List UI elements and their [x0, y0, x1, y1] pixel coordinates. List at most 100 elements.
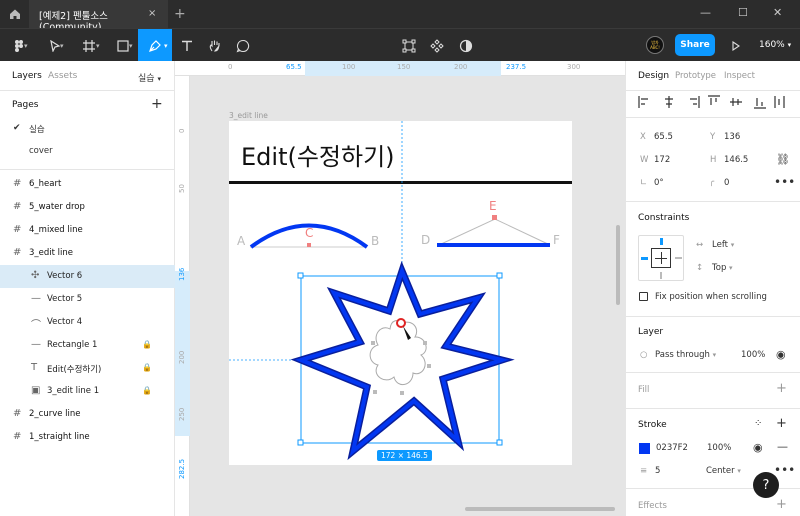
- resize-handle-tl[interactable]: [297, 272, 304, 279]
- constraint-left-active[interactable]: [641, 257, 648, 260]
- new-tab-button[interactable]: +: [174, 6, 186, 22]
- tab-inspect[interactable]: Inspect: [724, 71, 755, 81]
- triangle-apex-point[interactable]: [492, 215, 497, 220]
- layer-item[interactable]: ▣ 3_edit line 1 🔒: [0, 380, 175, 403]
- star-vector[interactable]: [295, 265, 510, 457]
- align-right-icon[interactable]: [690, 96, 700, 108]
- anchor-point[interactable]: [371, 341, 375, 345]
- align-left-icon[interactable]: [638, 96, 648, 108]
- align-center-h-icon[interactable]: [665, 96, 673, 108]
- anchor-point[interactable]: [423, 341, 427, 345]
- title-underline[interactable]: [229, 181, 572, 184]
- rotation-input[interactable]: 0°: [654, 178, 664, 188]
- stroke-color-input[interactable]: 0237F2: [656, 443, 688, 453]
- stroke-color-swatch[interactable]: [639, 443, 650, 454]
- resize-handle-bl[interactable]: [297, 439, 304, 446]
- anchor-point[interactable]: [427, 364, 431, 368]
- align-top-icon[interactable]: [708, 95, 720, 105]
- home-icon[interactable]: [8, 7, 22, 21]
- align-bottom-icon[interactable]: [754, 98, 766, 109]
- tab-assets[interactable]: Assets: [48, 71, 77, 81]
- layer-item[interactable]: #5_water drop: [0, 196, 175, 219]
- constraint-widget[interactable]: [638, 235, 684, 281]
- active-anchor-point[interactable]: [396, 318, 406, 328]
- tab-design[interactable]: Design: [638, 71, 669, 81]
- constrain-proportions-icon[interactable]: ⛓: [776, 153, 790, 166]
- lock-icon[interactable]: 🔒: [142, 386, 152, 395]
- zoom-dropdown[interactable]: 160% ▾: [759, 40, 791, 50]
- blend-mode-dropdown[interactable]: Pass through ▾: [655, 350, 716, 360]
- frame-tool[interactable]: [72, 29, 106, 62]
- resize-handle-br[interactable]: [496, 439, 503, 446]
- layer-item[interactable]: #6_heart: [0, 173, 175, 196]
- layer-item[interactable]: #3_edit line: [0, 242, 175, 265]
- vertical-scrollbar[interactable]: [616, 225, 620, 305]
- layer-item[interactable]: — Rectangle 1 🔒: [0, 334, 175, 357]
- avatar[interactable]: 밤차 ABC!: [646, 36, 664, 54]
- title-bar: [예제2] 펜툴소스 (Community) × + — ☐ ✕: [0, 0, 800, 33]
- stroke-align-dropdown[interactable]: Center ▾: [706, 466, 741, 476]
- main-menu-button[interactable]: [2, 29, 36, 62]
- lock-icon[interactable]: 🔒: [142, 340, 152, 349]
- remove-stroke-icon[interactable]: —: [777, 440, 788, 453]
- tab-close-button[interactable]: ×: [148, 8, 156, 19]
- layer-item[interactable]: #2_curve line: [0, 403, 175, 426]
- help-button[interactable]: ?: [753, 472, 779, 498]
- width-input[interactable]: 172: [654, 155, 670, 165]
- stroke-styles-icon[interactable]: ⁘: [754, 418, 762, 429]
- page-switcher[interactable]: 실습 ▾: [138, 71, 161, 84]
- share-button[interactable]: Share: [675, 34, 715, 56]
- move-tool[interactable]: [38, 29, 72, 62]
- anchor-point[interactable]: [400, 391, 404, 395]
- mask-button[interactable]: [449, 29, 483, 62]
- constraint-top-active[interactable]: [660, 238, 663, 245]
- align-center-v-icon[interactable]: [730, 98, 742, 106]
- fix-position-checkbox[interactable]: [639, 292, 648, 301]
- lock-icon[interactable]: 🔒: [142, 363, 152, 372]
- add-page-button[interactable]: +: [151, 96, 163, 112]
- canvas[interactable]: 0 65.5 100 150 200 237.5 300 0 50 136 200 250 282.5…: [175, 61, 625, 516]
- layer-item[interactable]: #1_straight line: [0, 426, 175, 449]
- layer-item[interactable]: ✣ Vector 6: [0, 265, 175, 288]
- layer-item[interactable]: — Vector 5: [0, 288, 175, 311]
- stroke-more-icon[interactable]: •••: [774, 463, 795, 477]
- page-item-current[interactable]: 실습: [29, 123, 45, 135]
- present-button[interactable]: [719, 29, 753, 62]
- layer-item[interactable]: ⌒ Vector 4: [0, 311, 175, 334]
- pen-tool[interactable]: ▾: [138, 29, 172, 62]
- tab-prototype[interactable]: Prototype: [675, 71, 716, 81]
- maximize-button[interactable]: ☐: [738, 6, 748, 19]
- tab-layers[interactable]: Layers: [12, 71, 42, 81]
- frame-layer-icon: #: [13, 178, 22, 189]
- more-options-icon[interactable]: •••: [774, 175, 795, 189]
- horizontal-scrollbar[interactable]: [465, 507, 615, 511]
- layer-item[interactable]: T Edit(수정하기) 🔒: [0, 357, 175, 380]
- add-effect-button[interactable]: +: [776, 497, 787, 512]
- resize-handle-tr[interactable]: [496, 272, 503, 279]
- add-fill-button[interactable]: +: [776, 381, 787, 396]
- add-stroke-button[interactable]: +: [776, 416, 787, 431]
- stroke-weight-input[interactable]: 5: [655, 466, 660, 476]
- vertical-constraint-dropdown[interactable]: Top ▾: [712, 263, 733, 273]
- flower-path[interactable]: [369, 320, 427, 385]
- constraint-right[interactable]: [675, 257, 682, 259]
- stroke-opacity-input[interactable]: 100%: [707, 443, 731, 453]
- y-input[interactable]: 136: [724, 132, 740, 142]
- close-window-button[interactable]: ✕: [773, 6, 782, 19]
- visibility-eye-icon[interactable]: ◉: [776, 348, 786, 361]
- x-input[interactable]: 65.5: [654, 132, 673, 142]
- arc-midpoint[interactable]: [307, 243, 311, 247]
- height-input[interactable]: 146.5: [724, 155, 748, 165]
- layer-opacity-input[interactable]: 100%: [741, 350, 765, 360]
- anchor-point[interactable]: [373, 390, 377, 394]
- constraint-bottom[interactable]: [660, 272, 662, 279]
- horizontal-constraint-dropdown[interactable]: Left ▾: [712, 240, 734, 250]
- layer-item[interactable]: #4_mixed line: [0, 219, 175, 242]
- comment-tool[interactable]: [226, 29, 260, 62]
- distribute-icon[interactable]: [774, 96, 785, 108]
- page-item-cover[interactable]: cover: [29, 146, 53, 156]
- stroke-visibility-eye-icon[interactable]: ◉: [753, 441, 763, 454]
- shape-tool[interactable]: [106, 29, 140, 62]
- minimize-button[interactable]: —: [700, 6, 711, 19]
- radius-input[interactable]: 0: [724, 178, 729, 188]
